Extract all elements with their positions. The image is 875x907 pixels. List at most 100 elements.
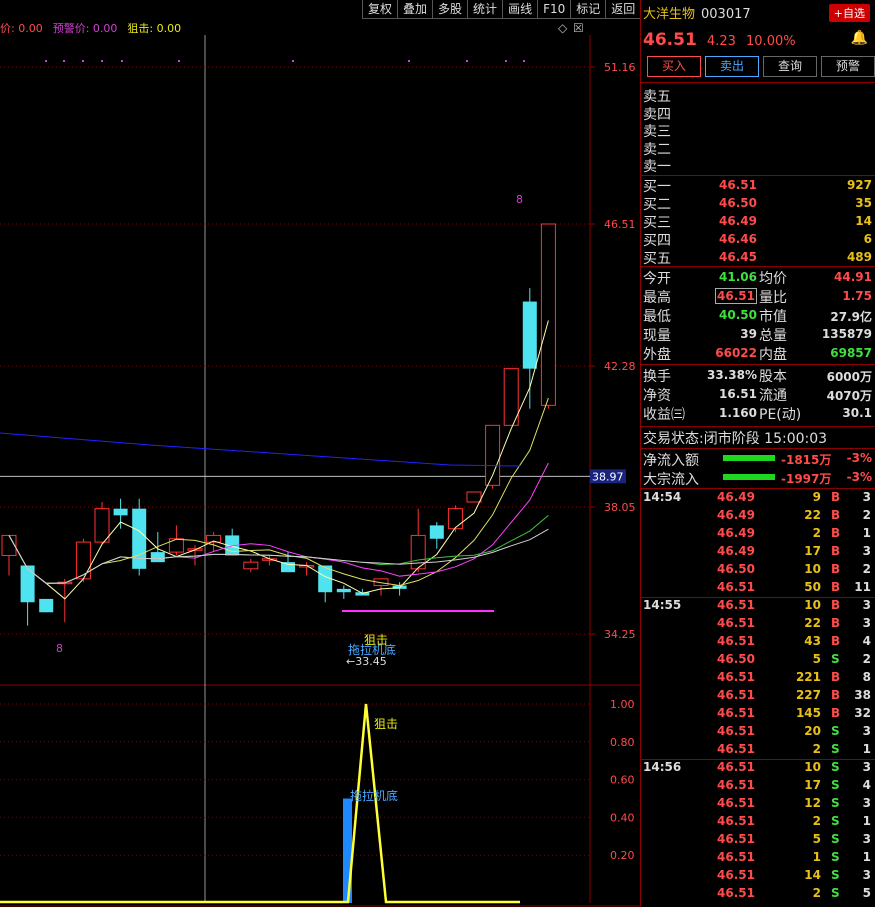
trade-price: 46.51: [717, 868, 755, 882]
trade-volume: 22: [804, 508, 821, 522]
sell-button[interactable]: 卖出: [705, 56, 759, 77]
trade-count: 1: [862, 742, 871, 756]
bid-level-label: 买四: [643, 233, 671, 249]
price-tick-label: 42.28: [604, 360, 636, 373]
stat-value: 4070万: [826, 389, 872, 403]
toolbar-button[interactable]: 标记: [570, 0, 606, 19]
trade-volume: 22: [804, 616, 821, 630]
divider: [641, 759, 875, 760]
trade-direction: B: [831, 580, 841, 594]
bid-price: 46.50: [719, 196, 757, 210]
kline-chart-area[interactable]: ◇ ☒ 51.16 46.51 42.28 38.05 34.25 38.97 8 8 狙击 拖拉机底…: [0, 0, 641, 907]
marker-dot: [45, 60, 47, 62]
toolbar-button[interactable]: 返回: [605, 0, 641, 19]
toolbar-button[interactable]: F10: [537, 0, 571, 19]
trade-volume: 50: [804, 580, 821, 594]
trade-direction: B: [831, 598, 841, 612]
add-favorite-button[interactable]: +自选: [828, 4, 870, 22]
divider: [641, 488, 875, 489]
stat-value: 6000万: [826, 370, 872, 384]
stat-value: 40.50: [701, 308, 757, 322]
trade-count: 3: [862, 796, 871, 810]
trade-price: 46.49: [717, 526, 755, 540]
trade-count: 3: [862, 598, 871, 612]
trade-price: 46.51: [717, 670, 755, 684]
price-tick-label: 51.16: [604, 61, 636, 74]
trade-volume: 17: [804, 544, 821, 558]
trade-count: 4: [862, 634, 871, 648]
stat-value: 39: [701, 327, 757, 341]
trade-time: 14:55: [643, 598, 682, 612]
trade-actions: 买入 卖出 查询 预警: [647, 56, 875, 77]
candle-body: [150, 552, 165, 563]
trade-price: 46.51: [717, 778, 755, 792]
toolbar-button[interactable]: 复权: [362, 0, 398, 19]
stat-value-text: 40.50: [719, 308, 757, 322]
bid-volume: 927: [846, 178, 872, 192]
stat-value: 46.51: [701, 288, 757, 304]
trade-count: 11: [854, 580, 871, 594]
stat-value: 30.1: [842, 406, 872, 420]
candle-body: [20, 565, 35, 603]
toolbar-button[interactable]: 多股: [432, 0, 468, 19]
bid-price: 46.51: [719, 178, 757, 192]
bid-price: 46.46: [719, 232, 757, 246]
quote-panel: 大洋生物 003017 +自选 46.51 4.23 10.00% 🔔 买入 卖出…: [640, 0, 875, 907]
trade-price: 46.50: [717, 652, 755, 666]
ma-line-long: [0, 432, 521, 467]
buy-button[interactable]: 买入: [647, 56, 701, 77]
trade-volume: 2: [812, 814, 821, 828]
bid-level-label: 买五: [643, 251, 671, 267]
toolbar-button[interactable]: 统计: [467, 0, 503, 19]
marker-dot: [523, 60, 525, 62]
stat-label: 均价: [759, 271, 787, 287]
trade-volume: 43: [804, 634, 821, 648]
candle-body: [281, 562, 295, 573]
stat-value-text: 39: [740, 327, 757, 341]
trade-count: 1: [862, 526, 871, 540]
trade-count: 8: [862, 670, 871, 684]
trade-direction: S: [831, 778, 840, 792]
stat-value-text: 46.51: [715, 288, 757, 304]
trade-direction: S: [831, 796, 840, 810]
indicator-value: 预警价: 0.00: [52, 22, 118, 35]
bid-volume: 35: [855, 196, 872, 210]
signal-bar: [343, 798, 352, 903]
price-tick-label: 46.51: [604, 218, 636, 231]
toolbar-button[interactable]: 叠加: [397, 0, 433, 19]
trade-price: 46.49: [717, 508, 755, 522]
trade-price: 46.51: [717, 634, 755, 648]
trade-volume: 227: [795, 688, 821, 702]
trade-direction: B: [831, 670, 841, 684]
stat-label: 总量: [759, 328, 787, 344]
flow-value: -1997万: [781, 472, 832, 486]
trade-direction: B: [831, 616, 841, 630]
low-price-label: ←33.45: [346, 655, 387, 668]
bell-icon[interactable]: 🔔: [851, 30, 868, 46]
marker-dot: [82, 60, 84, 62]
stat-value: 16.51: [701, 387, 757, 401]
trade-volume: 14: [804, 868, 821, 882]
toolbar-button[interactable]: 画线: [502, 0, 538, 19]
trade-price: 46.51: [717, 706, 755, 720]
top-marker-label: 8: [516, 193, 523, 206]
sub-tick-label: 0.40: [610, 811, 635, 824]
query-button[interactable]: 查询: [763, 56, 817, 77]
trade-price: 46.51: [717, 580, 755, 594]
sub-tick-label: 0.20: [610, 849, 635, 862]
price-change: 4.23: [706, 34, 736, 49]
kline-chart[interactable]: ◇ ☒ 51.16 46.51 42.28 38.05 34.25 38.97 8 8 狙击拖拉机底…: [0, 0, 640, 907]
trade-price: 46.51: [717, 742, 755, 756]
alert-button[interactable]: 预警: [821, 56, 875, 77]
trade-direction: S: [831, 832, 840, 846]
trade-price: 46.51: [717, 832, 755, 846]
trade-count: 32: [854, 706, 871, 720]
trade-price: 46.51: [717, 886, 755, 900]
trade-direction: B: [831, 490, 841, 504]
stat-label: 量比: [759, 290, 787, 306]
stat-value-text: 41.06: [719, 270, 757, 284]
stat-label: 收益㈢: [643, 407, 685, 423]
trade-count: 3: [862, 760, 871, 774]
trade-direction: S: [831, 652, 840, 666]
stat-value: 66022: [701, 346, 757, 360]
